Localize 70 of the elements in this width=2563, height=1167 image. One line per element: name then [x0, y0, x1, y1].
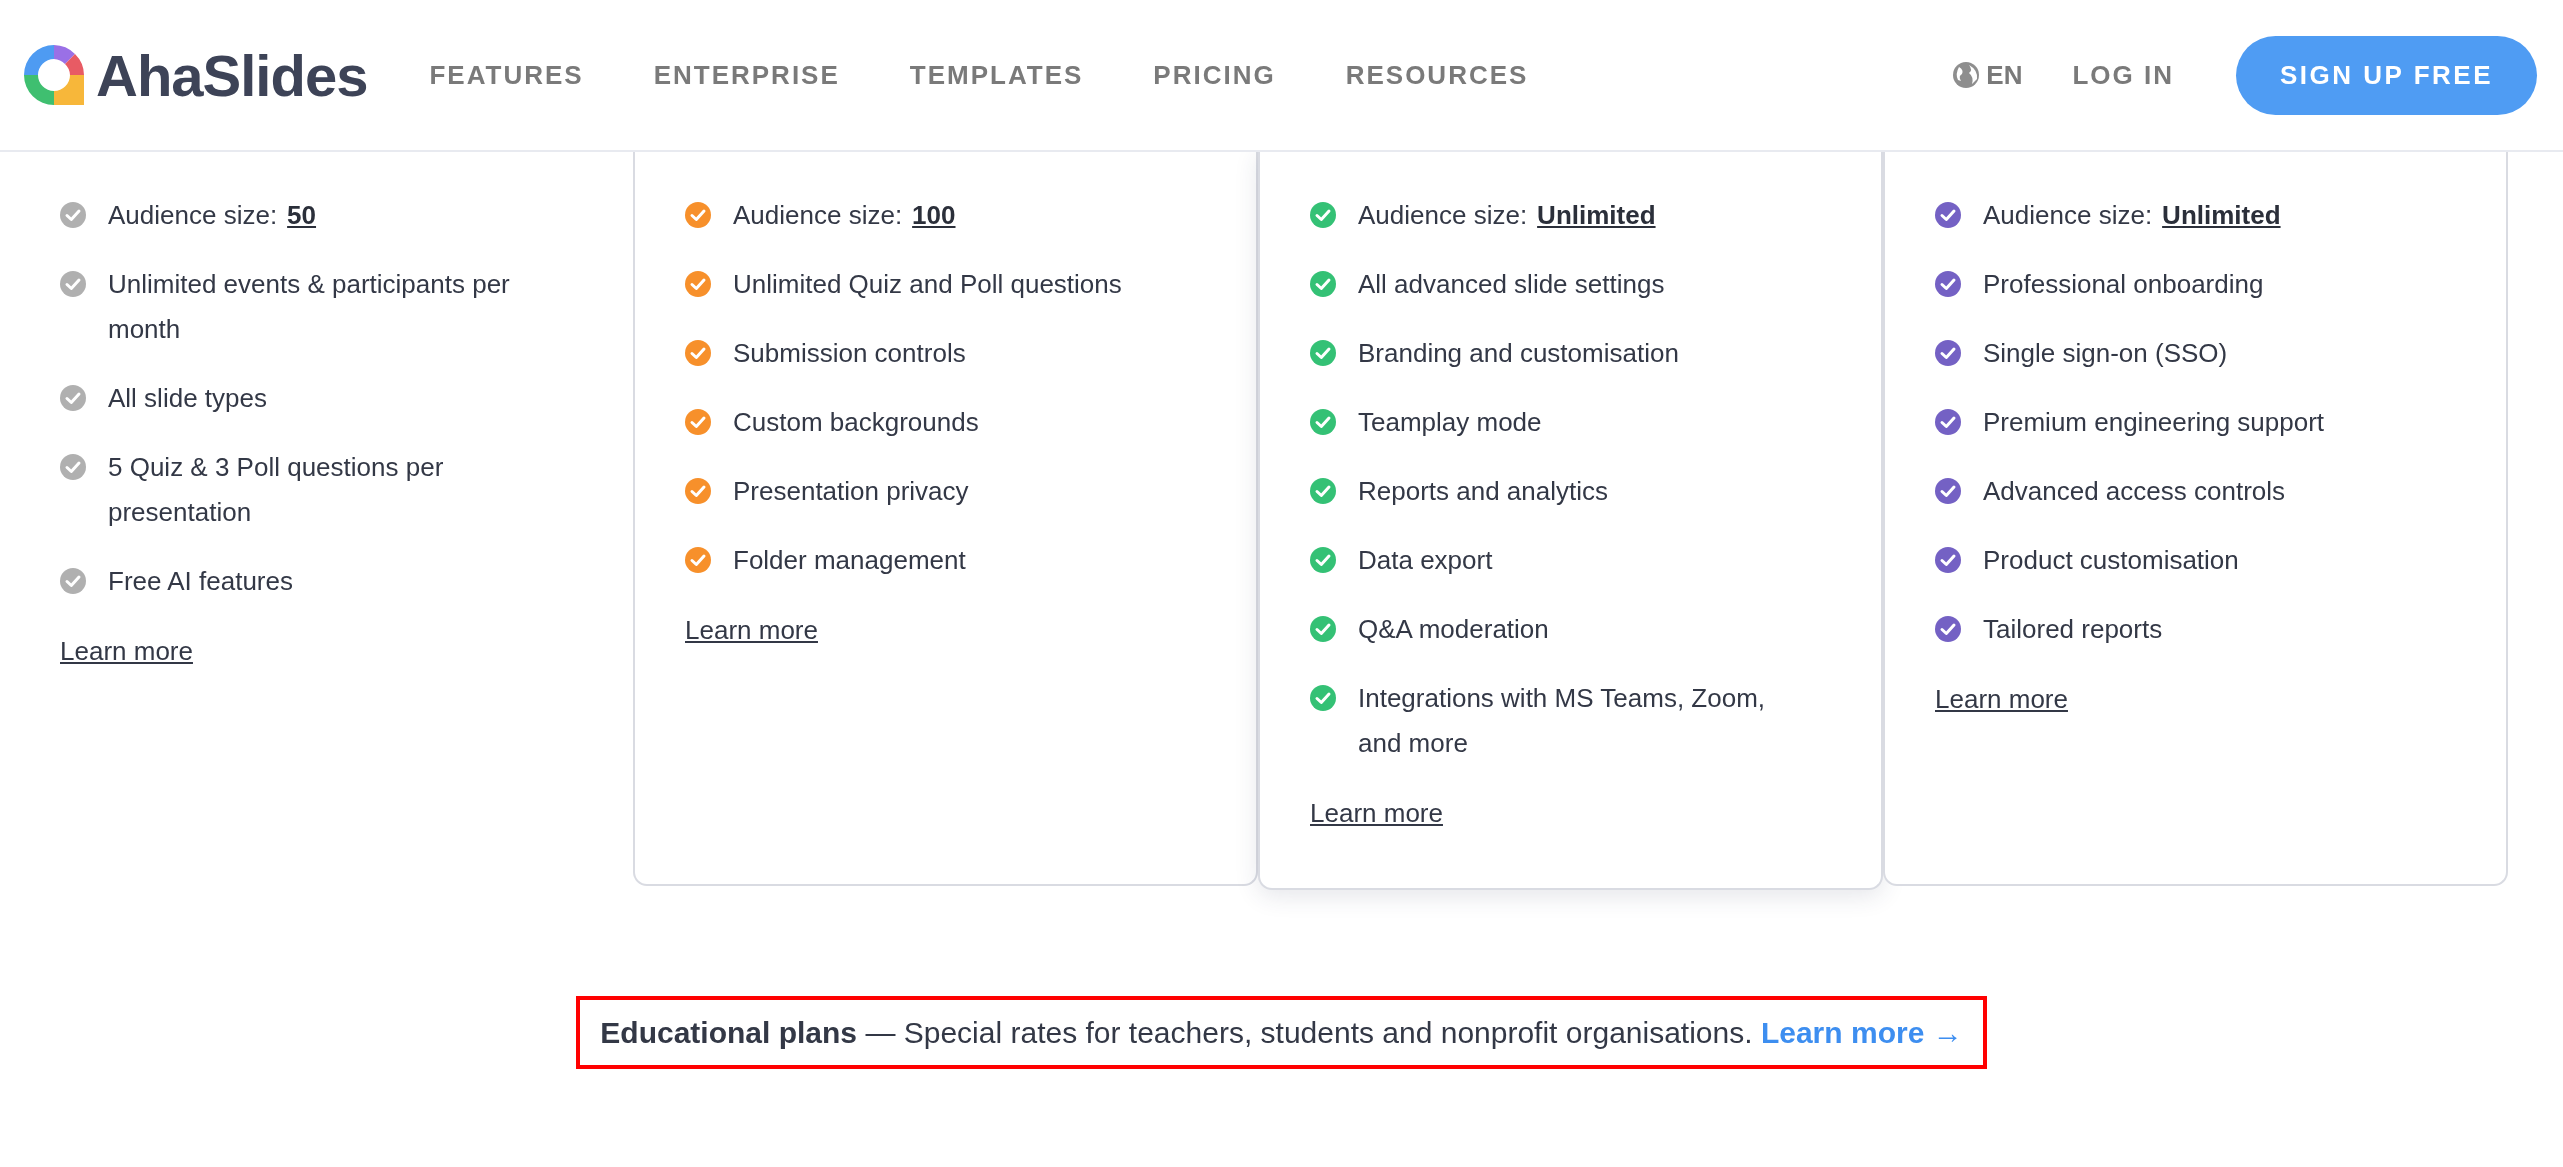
- feature-text: Teamplay mode: [1358, 406, 1542, 439]
- check-icon: [1310, 340, 1336, 366]
- check-icon: [1310, 616, 1336, 642]
- feature-text: Advanced access controls: [1983, 475, 2286, 508]
- feature-text: Audience size:: [733, 199, 903, 232]
- login-link[interactable]: LOG IN: [2072, 55, 2174, 95]
- feature-text: Audience size:: [108, 199, 278, 232]
- nav-link[interactable]: TEMPLATES: [909, 55, 1084, 95]
- check-icon: [1935, 409, 1961, 435]
- check-icon: [1935, 478, 1961, 504]
- feature-text: All slide types: [108, 382, 267, 415]
- check-icon: [685, 478, 711, 504]
- check-icon: [60, 202, 86, 228]
- brand-name[interactable]: AhaSlides: [96, 31, 368, 119]
- feature-text: Single sign-on (SSO): [1983, 337, 2228, 370]
- feature-text: Free AI features: [108, 565, 293, 598]
- check-icon: [1310, 478, 1336, 504]
- feature-text: Data export: [1358, 544, 1493, 577]
- check-icon: [685, 409, 711, 435]
- learn-more-link[interactable]: Learn more: [1935, 680, 2068, 719]
- check-icon: [1310, 202, 1336, 228]
- feature-text: Premium engineering support: [1983, 406, 2325, 439]
- feature-text: Submission controls: [733, 337, 966, 370]
- learn-more-link[interactable]: Learn more: [685, 611, 818, 650]
- check-icon: [1310, 271, 1336, 297]
- nav-link[interactable]: ENTERPRISE: [653, 55, 840, 95]
- globe-icon: [1952, 61, 1981, 89]
- language-selector[interactable]: EN: [1986, 55, 2023, 95]
- learn-more-link[interactable]: Learn more: [1310, 794, 1443, 833]
- audience-size-link[interactable]: 100: [912, 193, 956, 238]
- check-icon: [1935, 271, 1961, 297]
- feature-text: Product customisation: [1983, 544, 2239, 577]
- feature-text: Reports and analytics: [1358, 475, 1609, 508]
- feature-text: Professional onboarding: [1983, 268, 2264, 301]
- feature-text: Q&A moderation: [1358, 613, 1549, 646]
- check-icon: [1935, 340, 1961, 366]
- feature-text: Integrations with MS Teams, Zoom, and more: [1358, 682, 1766, 760]
- check-icon: [1935, 616, 1961, 642]
- check-icon: [685, 547, 711, 573]
- check-icon: [685, 202, 711, 228]
- check-icon: [1935, 547, 1961, 573]
- audience-size-link[interactable]: Unlimited: [2162, 193, 2281, 238]
- feature-text: 5 Quiz & 3 Poll questions per presentation: [108, 451, 445, 529]
- audience-size-link[interactable]: 50: [287, 193, 317, 238]
- banner-text: Educational plans — Special rates for teachers, students and nonprofit organisations.: [600, 1016, 1753, 1049]
- check-icon: [60, 568, 86, 594]
- check-icon: [60, 271, 86, 297]
- check-icon: [1310, 409, 1336, 435]
- feature-text: Unlimited events & participants per month: [108, 268, 511, 346]
- feature-text: Custom backgrounds: [733, 406, 979, 439]
- feature-text: Audience size:: [1983, 199, 2153, 232]
- check-icon: [685, 340, 711, 366]
- nav-link[interactable]: FEATURES: [429, 55, 584, 95]
- check-icon: [60, 385, 86, 411]
- check-icon: [1310, 547, 1336, 573]
- check-icon: [1310, 685, 1336, 711]
- feature-text: All advanced slide settings: [1358, 268, 1665, 301]
- nav-link[interactable]: RESOURCES: [1345, 55, 1529, 95]
- feature-text: Tailored reports: [1983, 613, 2163, 646]
- audience-size-link[interactable]: Unlimited: [1537, 193, 1656, 238]
- check-icon: [60, 454, 86, 480]
- feature-text: Presentation privacy: [733, 475, 969, 508]
- feature-text: Branding and customisation: [1358, 337, 1679, 370]
- feature-text: Unlimited Quiz and Poll questions: [733, 268, 1122, 301]
- feature-text: Audience size:: [1358, 199, 1528, 232]
- check-icon: [685, 271, 711, 297]
- feature-text: Folder management: [733, 544, 966, 577]
- check-icon: [1935, 202, 1961, 228]
- nav-link[interactable]: PRICING: [1153, 55, 1276, 95]
- learn-more-link[interactable]: Learn more: [60, 632, 193, 671]
